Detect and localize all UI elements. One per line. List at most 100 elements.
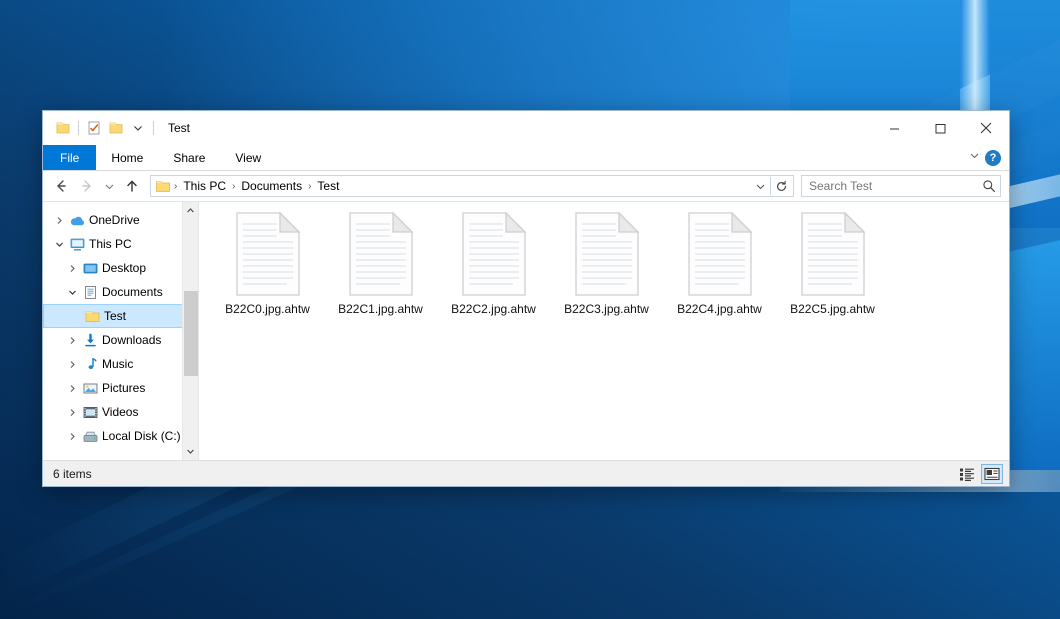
- thispc-icon: [67, 237, 87, 252]
- address-bar[interactable]: › This PC › Documents › Test: [150, 175, 794, 197]
- sidebar-label-test: Test: [102, 309, 126, 323]
- chevron-right-icon[interactable]: [64, 408, 80, 417]
- minimize-button[interactable]: [871, 111, 917, 145]
- toolbar-divider-2: [153, 121, 154, 135]
- breadcrumb: › This PC › Documents › Test: [173, 179, 750, 193]
- sidebar-item-this-pc[interactable]: This PC: [43, 232, 198, 256]
- file-item[interactable]: B22C0.jpg.ahtw: [211, 210, 324, 332]
- back-button[interactable]: [49, 174, 73, 198]
- file-name-label: B22C4.jpg.ahtw: [677, 302, 762, 316]
- item-count-label: 6 items: [53, 467, 92, 481]
- file-item[interactable]: B22C3.jpg.ahtw: [550, 210, 663, 332]
- maximize-button[interactable]: [917, 111, 963, 145]
- file-list-area[interactable]: B22C0.jpg.ahtw B22C1.jpg.ahtw: [198, 202, 1009, 460]
- file-item[interactable]: B22C1.jpg.ahtw: [324, 210, 437, 332]
- document-icon: [461, 212, 527, 296]
- sidebar-label-downloads: Downloads: [100, 333, 161, 347]
- ribbon-tab-bar: File Home Share View ?: [43, 145, 1009, 171]
- forward-button[interactable]: [75, 174, 99, 198]
- downloads-icon: [80, 333, 100, 348]
- navigation-pane-scrollbar[interactable]: [182, 202, 198, 460]
- close-button[interactable]: [963, 111, 1009, 145]
- tab-home[interactable]: Home: [96, 145, 158, 170]
- file-item[interactable]: B22C4.jpg.ahtw: [663, 210, 776, 332]
- large-icons-view-button[interactable]: [981, 464, 1003, 484]
- quick-access-toolbar: [43, 117, 158, 139]
- scrollbar-track[interactable]: [183, 219, 199, 443]
- sidebar-item-test[interactable]: Test: [43, 304, 198, 328]
- documents-icon: [80, 285, 100, 300]
- ribbon-expand-chevron-icon[interactable]: [968, 149, 981, 167]
- window-controls: [871, 111, 1009, 145]
- status-bar: 6 items: [43, 460, 1009, 486]
- folder-icon: [82, 309, 102, 324]
- search-icon[interactable]: [982, 179, 996, 193]
- file-item[interactable]: B22C5.jpg.ahtw: [776, 210, 889, 332]
- scroll-up-arrow-icon[interactable]: [183, 202, 199, 219]
- explorer-body: OneDrive This PC: [43, 201, 1009, 460]
- onedrive-icon: [67, 213, 87, 228]
- toolbar-divider: [78, 121, 79, 135]
- new-folder-icon[interactable]: [105, 117, 127, 139]
- tab-share[interactable]: Share: [158, 145, 220, 170]
- scroll-down-arrow-icon[interactable]: [183, 443, 199, 460]
- file-name-label: B22C1.jpg.ahtw: [338, 302, 423, 316]
- refresh-button[interactable]: [771, 176, 791, 196]
- details-view-button[interactable]: [956, 464, 978, 484]
- pictures-icon: [80, 381, 100, 396]
- disk-icon: [80, 429, 100, 444]
- breadcrumb-item-documents[interactable]: Documents: [236, 179, 307, 193]
- folder-icon[interactable]: [52, 117, 74, 139]
- folder-tree: OneDrive This PC: [43, 202, 198, 448]
- chevron-right-icon[interactable]: [64, 336, 80, 345]
- sidebar-label-desktop: Desktop: [100, 261, 146, 275]
- sidebar-label-music: Music: [100, 357, 133, 371]
- document-icon: [800, 212, 866, 296]
- document-icon: [687, 212, 753, 296]
- file-name-label: B22C3.jpg.ahtw: [564, 302, 649, 316]
- search-box[interactable]: [801, 175, 1001, 197]
- recent-locations-chevron-icon[interactable]: [101, 174, 118, 198]
- sidebar-label-pictures: Pictures: [100, 381, 145, 395]
- breadcrumb-item-test[interactable]: Test: [312, 179, 344, 193]
- scrollbar-thumb[interactable]: [184, 291, 198, 376]
- file-grid: B22C0.jpg.ahtw B22C1.jpg.ahtw: [211, 210, 1009, 332]
- chevron-right-icon[interactable]: [64, 432, 80, 441]
- sidebar-item-local-disk[interactable]: Local Disk (C:): [43, 424, 198, 448]
- sidebar-item-downloads[interactable]: Downloads: [43, 328, 198, 352]
- sidebar-item-desktop[interactable]: Desktop: [43, 256, 198, 280]
- up-button[interactable]: [120, 174, 144, 198]
- tab-file[interactable]: File: [43, 145, 96, 170]
- sidebar-item-music[interactable]: Music: [43, 352, 198, 376]
- music-icon: [80, 357, 100, 372]
- chevron-right-icon[interactable]: [64, 360, 80, 369]
- chevron-down-icon[interactable]: [64, 288, 80, 297]
- file-explorer-window: Test File Home Share View ?: [42, 110, 1010, 487]
- title-bar: Test: [43, 111, 1009, 145]
- customize-chevron-icon[interactable]: [127, 117, 149, 139]
- file-item[interactable]: B22C2.jpg.ahtw: [437, 210, 550, 332]
- search-input[interactable]: [809, 179, 982, 193]
- tab-view[interactable]: View: [220, 145, 276, 170]
- sidebar-label-this-pc: This PC: [87, 237, 132, 251]
- view-toggle-group: [956, 464, 1003, 484]
- sidebar-item-pictures[interactable]: Pictures: [43, 376, 198, 400]
- document-icon: [574, 212, 640, 296]
- large-icons-view-icon: [984, 467, 1000, 481]
- properties-icon[interactable]: [83, 117, 105, 139]
- navigation-pane: OneDrive This PC: [43, 202, 198, 460]
- sidebar-item-videos[interactable]: Videos: [43, 400, 198, 424]
- sidebar-label-local-disk: Local Disk (C:): [100, 429, 181, 443]
- breadcrumb-item-this-pc[interactable]: This PC: [178, 179, 231, 193]
- sidebar-label-onedrive: OneDrive: [87, 213, 140, 227]
- chevron-right-icon[interactable]: [64, 384, 80, 393]
- window-title: Test: [168, 121, 190, 135]
- chevron-right-icon[interactable]: [51, 216, 67, 225]
- sidebar-item-documents[interactable]: Documents: [43, 280, 198, 304]
- help-icon[interactable]: ?: [985, 150, 1001, 166]
- address-dropdown-chevron-icon[interactable]: [750, 176, 770, 196]
- file-name-label: B22C5.jpg.ahtw: [790, 302, 875, 316]
- chevron-down-icon[interactable]: [51, 240, 67, 249]
- sidebar-item-onedrive[interactable]: OneDrive: [43, 208, 198, 232]
- chevron-right-icon[interactable]: [64, 264, 80, 273]
